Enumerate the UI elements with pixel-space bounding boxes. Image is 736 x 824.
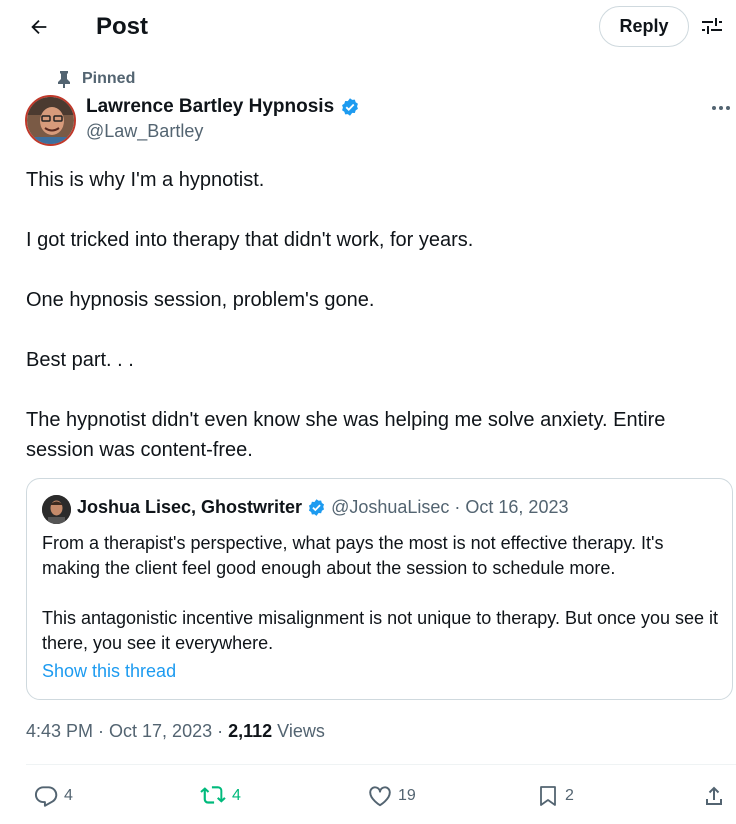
quote-date: Oct 16, 2023 (465, 497, 569, 517)
like-action[interactable]: 19 (367, 778, 416, 814)
post-meta: 4:43 PM · Oct 17, 2023 · 2,112 Views (26, 721, 325, 742)
like-icon (369, 786, 391, 807)
show-thread-link[interactable]: Show this thread (42, 661, 176, 682)
pinned-label: Pinned (82, 70, 136, 87)
share-icon (706, 786, 722, 805)
quote-paragraph: This antagonistic incentive misalignment… (42, 608, 719, 653)
quote-body: From a therapist's perspective, what pay… (42, 531, 722, 656)
back-button[interactable] (24, 12, 54, 42)
quote-author-avatar (42, 495, 71, 524)
post-paragraph: The hypnotist didn't even know she was h… (26, 409, 666, 461)
verified-badge-icon (342, 98, 359, 116)
tune-button[interactable] (700, 14, 724, 38)
reply-icon (35, 786, 58, 807)
reply-button[interactable]: Reply (599, 6, 689, 47)
quote-author-handle: @JoshuaLisec (331, 497, 450, 517)
post-body: This is why I'm a hypnotist. I got trick… (26, 165, 726, 465)
verified-badge-icon (309, 499, 325, 516)
repost-icon (200, 786, 226, 804)
more-icon-dot (726, 106, 730, 110)
bookmark-icon (540, 786, 556, 806)
quote-avatar-image (42, 495, 71, 524)
post-paragraph: This is why I'm a hypnotist. (26, 169, 265, 191)
post-timestamp[interactable]: 4:43 PM · Oct 17, 2023 · (26, 721, 223, 742)
views-count: 2,112 (228, 721, 273, 741)
more-icon (712, 106, 716, 110)
more-options-button[interactable] (708, 98, 734, 118)
reply-action[interactable]: 4 (33, 778, 73, 814)
share-action[interactable] (702, 778, 726, 814)
quote-paragraph: From a therapist's perspective, what pay… (42, 533, 664, 578)
bookmark-count: 2 (565, 787, 574, 804)
divider (26, 764, 736, 765)
author-avatar[interactable] (25, 95, 76, 146)
more-icon-dot (719, 106, 723, 110)
repost-count: 4 (232, 787, 241, 804)
action-bar: 4 4 19 2 (0, 778, 736, 814)
post-paragraph: I got tricked into therapy that didn't w… (26, 229, 474, 251)
author-name[interactable]: Lawrence Bartley Hypnosis (86, 96, 334, 118)
like-count: 19 (398, 787, 416, 804)
avatar-image (27, 97, 74, 144)
quoted-post[interactable]: Joshua Lisec, Ghostwriter @JoshuaLisec ·… (26, 478, 733, 700)
page-title: Post (96, 13, 149, 40)
post-paragraph: One hypnosis session, problem's gone. (26, 289, 375, 311)
views-label: Views (277, 721, 325, 741)
tune-icon (702, 18, 722, 34)
post-paragraph: Best part. . . (26, 349, 134, 371)
reply-count: 4 (64, 787, 73, 804)
author-handle[interactable]: @Law_Bartley (86, 121, 203, 142)
pin-icon (58, 71, 70, 88)
quote-separator: · (454, 497, 461, 517)
bookmark-action[interactable]: 2 (536, 778, 574, 814)
pinned-indicator: Pinned (56, 68, 135, 90)
author-name-row[interactable]: Lawrence Bartley Hypnosis (86, 96, 360, 118)
quote-header: Joshua Lisec, Ghostwriter @JoshuaLisec ·… (77, 497, 568, 518)
quote-author-name: Joshua Lisec, Ghostwriter (77, 497, 303, 517)
repost-action[interactable]: 4 (199, 778, 241, 814)
top-header: Post Reply (0, 0, 736, 54)
back-arrow-icon (31, 19, 47, 35)
